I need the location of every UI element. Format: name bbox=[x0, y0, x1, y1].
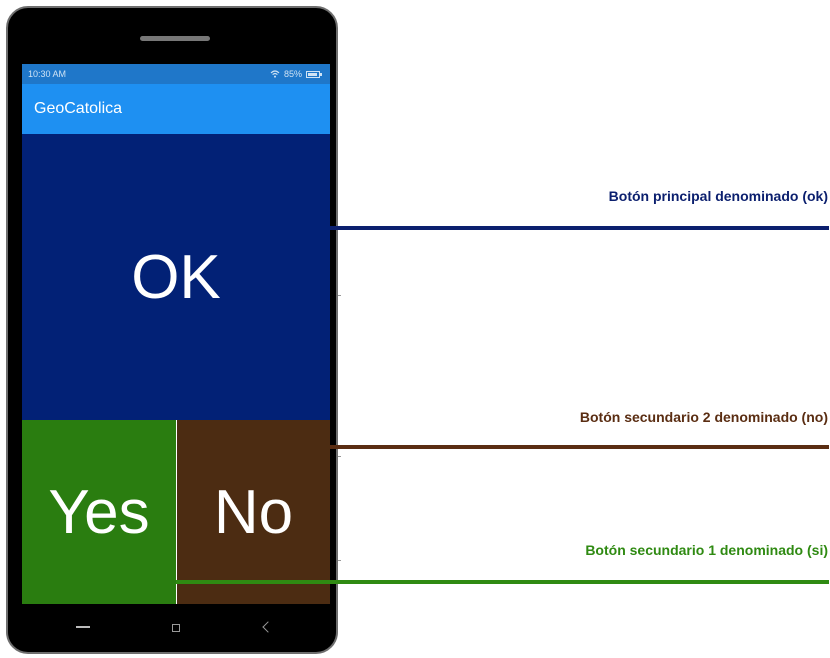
no-button[interactable]: No bbox=[177, 420, 330, 604]
phone-frame: 10:30 AM 85% GeoCatolica OK Yes No bbox=[6, 6, 338, 654]
nav-bar bbox=[22, 606, 330, 650]
callout-label-yes: Botón secundario 1 denominado (si) bbox=[585, 542, 828, 558]
status-time: 10:30 AM bbox=[28, 69, 67, 79]
side-button-mark bbox=[338, 560, 341, 561]
side-button-mark bbox=[338, 456, 341, 457]
ok-button[interactable]: OK bbox=[22, 134, 330, 420]
yes-button[interactable]: Yes bbox=[22, 420, 176, 604]
callout-label-ok: Botón principal denominado (ok) bbox=[608, 188, 828, 204]
app-bar: GeoCatolica bbox=[22, 84, 330, 134]
callout-line-no bbox=[330, 445, 829, 449]
side-button-mark bbox=[338, 295, 341, 296]
battery-percent: 85% bbox=[283, 69, 302, 79]
recent-apps-icon[interactable] bbox=[262, 621, 274, 633]
app-title: GeoCatolica bbox=[34, 100, 123, 117]
wifi-icon bbox=[270, 70, 280, 78]
status-bar: 10:30 AM 85% bbox=[22, 64, 330, 84]
battery-icon bbox=[306, 70, 322, 78]
back-icon[interactable] bbox=[76, 626, 90, 628]
home-icon[interactable] bbox=[172, 624, 180, 632]
no-button-label: No bbox=[213, 477, 294, 547]
callout-line-yes bbox=[176, 580, 829, 584]
callout-label-no: Botón secundario 2 denominado (no) bbox=[579, 409, 828, 425]
status-icons: 85% bbox=[270, 64, 322, 84]
app-screen: 10:30 AM 85% GeoCatolica OK Yes No bbox=[22, 64, 330, 604]
yes-button-label: Yes bbox=[48, 477, 150, 547]
phone-speaker bbox=[140, 36, 210, 41]
ok-button-label: OK bbox=[131, 242, 221, 312]
callout-line-ok bbox=[330, 226, 829, 230]
